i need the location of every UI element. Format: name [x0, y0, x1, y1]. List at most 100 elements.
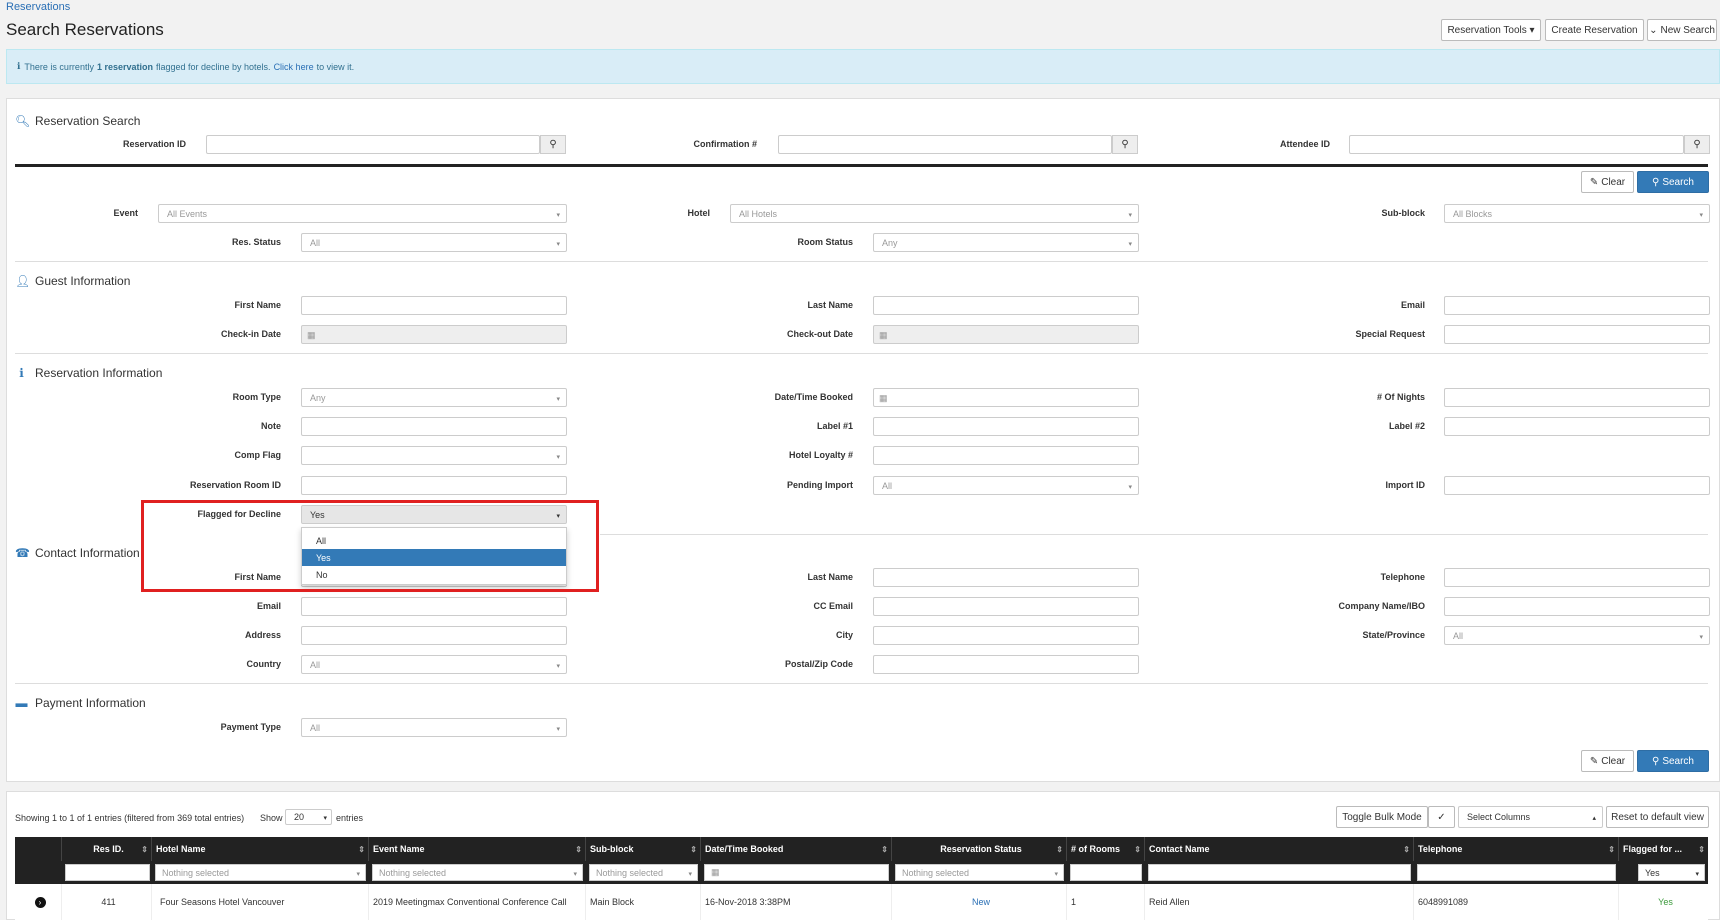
- rooms-filter[interactable]: [1070, 864, 1142, 881]
- caret-down-icon: ▾: [1699, 212, 1703, 219]
- alert-link[interactable]: Click here: [274, 62, 314, 72]
- special-request-input[interactable]: [1444, 325, 1710, 344]
- subblock-filter[interactable]: Nothing selected ▾: [589, 864, 698, 881]
- hotel-loyalty-input[interactable]: [873, 446, 1139, 465]
- hotel-filter[interactable]: Nothing selected ▾: [155, 864, 366, 881]
- caret-down-icon: ▾: [556, 454, 560, 461]
- subblock-select[interactable]: All Blocks ▾: [1444, 204, 1710, 223]
- contact-last-name-input[interactable]: [873, 568, 1139, 587]
- create-reservation-label: Create Reservation: [1551, 24, 1638, 36]
- new-search-button[interactable]: ⌄ New Search: [1647, 19, 1717, 41]
- nights-input[interactable]: [1444, 388, 1710, 407]
- guest-first-name-input[interactable]: [301, 296, 567, 315]
- column-header-event[interactable]: Event Name ⇕: [369, 837, 586, 861]
- res-id-filter[interactable]: [65, 864, 150, 881]
- column-header-contact[interactable]: Contact Name ⇕: [1145, 837, 1414, 861]
- city-input[interactable]: [873, 626, 1139, 645]
- contact-filter[interactable]: [1148, 864, 1411, 881]
- hotel-select[interactable]: All Hotels ▾: [730, 204, 1139, 223]
- attendee-id-input[interactable]: [1349, 135, 1684, 154]
- column-header-res-id[interactable]: Res ID. ⇕: [62, 837, 152, 861]
- date-booked-input[interactable]: ▦: [873, 388, 1139, 407]
- date-filter[interactable]: ▦: [704, 864, 889, 881]
- state-select[interactable]: All ▾: [1444, 626, 1710, 645]
- payment-type-value: All: [310, 722, 321, 733]
- payment-type-select[interactable]: All ▾: [301, 718, 567, 737]
- toggle-bulk-mode-button[interactable]: Toggle Bulk Mode: [1336, 806, 1428, 828]
- city-label: City: [835, 630, 853, 640]
- subblock-cell: Main Block: [586, 884, 701, 920]
- company-input[interactable]: [1444, 597, 1710, 616]
- subblock-filter-value: Nothing selected: [596, 867, 664, 878]
- reservation-tools-label: Reservation Tools ▾: [1447, 24, 1535, 36]
- breadcrumb[interactable]: Reservations: [6, 1, 70, 13]
- guest-email-input[interactable]: [1444, 296, 1710, 315]
- search-label: Search: [1662, 176, 1694, 188]
- reservation-room-id-input[interactable]: [301, 476, 567, 495]
- checkout-date-input[interactable]: ▦: [873, 325, 1139, 344]
- room-status-select[interactable]: Any ▾: [873, 233, 1139, 252]
- caret-down-icon: ▾: [1054, 871, 1058, 878]
- room-type-select[interactable]: Any ▾: [301, 388, 567, 407]
- guest-information-title: Guest Information: [35, 274, 131, 288]
- column-label: Flagged for ...: [1623, 844, 1683, 854]
- telephone-filter[interactable]: [1417, 864, 1616, 881]
- checkin-date-label: Check-in Date: [220, 329, 281, 339]
- label2-input[interactable]: [1444, 417, 1710, 436]
- column-header-flagged[interactable]: Flagged for ... ⇕: [1619, 837, 1708, 861]
- reservation-tools-button[interactable]: Reservation Tools ▾: [1441, 19, 1541, 41]
- table-row[interactable]: › 411 Four Seasons Hotel Vancouver 2019 …: [15, 884, 1708, 920]
- payment-type-label: Payment Type: [220, 722, 281, 732]
- caret-down-icon: ▾: [556, 241, 560, 248]
- confirmation-input[interactable]: [778, 135, 1112, 154]
- flagged-filter[interactable]: Yes ▾: [1638, 864, 1705, 881]
- select-columns-select[interactable]: Select Columns ▴: [1458, 806, 1603, 828]
- column-header-status[interactable]: Reservation Status ⇕: [892, 837, 1067, 861]
- comp-flag-select[interactable]: ▾: [301, 446, 567, 465]
- res-status-select[interactable]: All ▾: [301, 233, 567, 252]
- reset-view-button[interactable]: Reset to default view: [1606, 806, 1709, 828]
- column-label: # of Rooms: [1071, 844, 1121, 854]
- search-icon: ⚲: [549, 139, 557, 150]
- column-header-rooms[interactable]: # of Rooms ⇕: [1067, 837, 1145, 861]
- search-icon: 🔍︎: [15, 114, 31, 128]
- caret-down-icon: ▾: [1128, 484, 1132, 491]
- search-button[interactable]: ⚲ Search: [1637, 171, 1709, 193]
- reservation-id-input[interactable]: [206, 135, 540, 154]
- confirmation-search-button[interactable]: ⚲: [1112, 135, 1138, 154]
- hotel-loyalty-label: Hotel Loyalty #: [788, 450, 853, 460]
- note-input[interactable]: [301, 417, 567, 436]
- country-select[interactable]: All ▾: [301, 655, 567, 674]
- column-header-hotel[interactable]: Hotel Name ⇕: [152, 837, 369, 861]
- import-id-input[interactable]: [1444, 476, 1710, 495]
- page-size-select[interactable]: 20 ▾: [285, 809, 332, 825]
- phone-icon: ☎: [15, 546, 30, 560]
- label1-input[interactable]: [873, 417, 1139, 436]
- guest-last-name-input[interactable]: [873, 296, 1139, 315]
- column-header-subblock[interactable]: Sub-block ⇕: [586, 837, 701, 861]
- clear-label: Clear: [1601, 176, 1626, 188]
- postal-input[interactable]: [873, 655, 1139, 674]
- checkin-date-input[interactable]: ▦: [301, 325, 567, 344]
- column-label: Date/Time Booked: [705, 844, 784, 854]
- pending-import-label: Pending Import: [787, 480, 853, 490]
- status-cell[interactable]: New: [892, 884, 1067, 920]
- clear-button-bottom[interactable]: ✎ Clear: [1581, 750, 1634, 772]
- event-select[interactable]: All Events ▾: [158, 204, 567, 223]
- expand-cell[interactable]: ›: [15, 884, 62, 920]
- clear-button[interactable]: ✎ Clear: [1581, 171, 1634, 193]
- cc-email-input[interactable]: [873, 597, 1139, 616]
- column-header-telephone[interactable]: Telephone ⇕: [1414, 837, 1619, 861]
- contact-email-input[interactable]: [301, 597, 567, 616]
- pending-import-select[interactable]: All ▾: [873, 476, 1139, 495]
- search-button-bottom[interactable]: ⚲ Search: [1637, 750, 1709, 772]
- status-filter[interactable]: Nothing selected ▾: [895, 864, 1064, 881]
- address-input[interactable]: [301, 626, 567, 645]
- telephone-input[interactable]: [1444, 568, 1710, 587]
- create-reservation-button[interactable]: Create Reservation: [1545, 19, 1644, 41]
- event-filter[interactable]: Nothing selected ▾: [372, 864, 583, 881]
- column-header-date[interactable]: Date/Time Booked ⇕: [701, 837, 892, 861]
- reservation-id-search-button[interactable]: ⚲: [540, 135, 566, 154]
- bulk-check-button[interactable]: ✓: [1428, 806, 1455, 828]
- attendee-id-search-button[interactable]: ⚲: [1684, 135, 1710, 154]
